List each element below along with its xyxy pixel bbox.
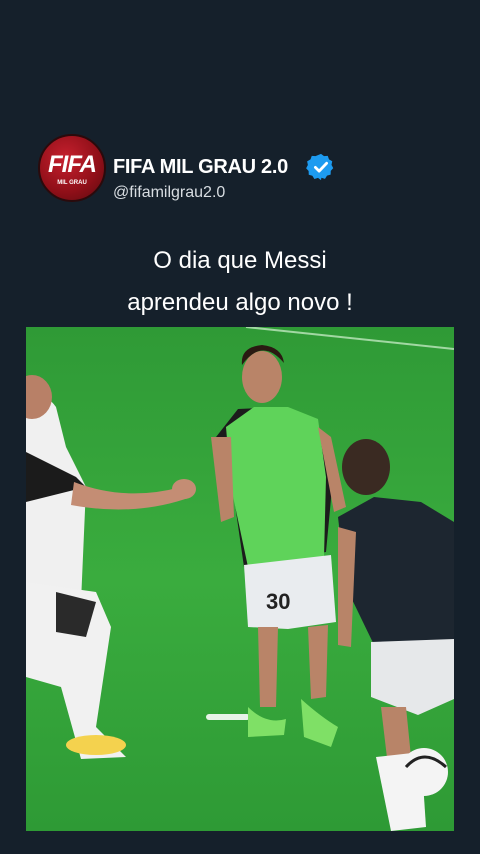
avatar[interactable]: FIFA MIL GRAU <box>38 134 106 202</box>
post-header: FIFA MIL GRAU FIFA MIL GRAU 2.0 @fifamil… <box>38 134 458 204</box>
cone-marker <box>206 714 250 720</box>
caption-line-1: O dia que Messi <box>153 247 327 274</box>
avatar-logo-subtext: MIL GRAU <box>57 180 87 186</box>
video-player[interactable]: 30 <box>26 327 454 831</box>
handle[interactable]: @fifamilgrau2.0 <box>113 184 225 202</box>
jersey-number: 30 <box>266 589 290 614</box>
avatar-logo-text: FIFA <box>48 151 97 178</box>
caption-line-2: aprendeu algo novo ! <box>127 289 353 316</box>
video-frame: 30 <box>26 327 454 831</box>
verified-badge-icon <box>306 153 334 181</box>
display-name[interactable]: FIFA MIL GRAU 2.0 <box>113 156 288 179</box>
post-caption: O dia que Messi aprendeu algo novo ! <box>0 240 480 324</box>
